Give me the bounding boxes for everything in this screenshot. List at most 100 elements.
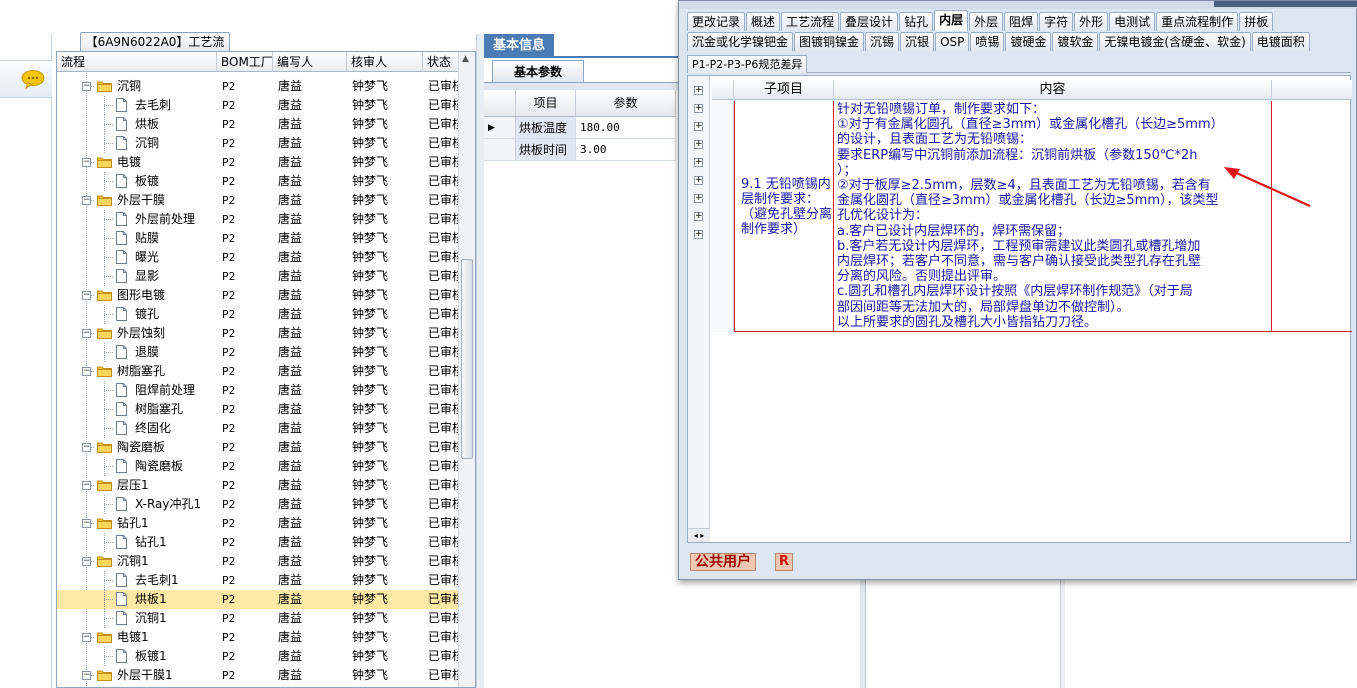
table-row[interactable]: − 钻孔1 P2 唐益 钟梦飞 已审核 bbox=[57, 514, 459, 533]
tab-r1-9[interactable]: 外形 bbox=[1074, 12, 1109, 31]
param-value[interactable]: 3.00 bbox=[576, 139, 676, 161]
process-scrollbar[interactable]: ▲ bbox=[458, 52, 475, 687]
tab-r1-11[interactable]: 重点流程制作 bbox=[1156, 12, 1239, 31]
panel-splitter[interactable] bbox=[476, 34, 484, 688]
table-row[interactable]: 沉铜1 P2 唐益 钟梦飞 已审核 bbox=[57, 609, 459, 628]
table-row[interactable]: 曝光 P2 唐益 钟梦飞 已审核 bbox=[57, 248, 459, 267]
table-row[interactable]: 去毛刺 P2 唐益 钟梦飞 已审核 bbox=[57, 96, 459, 115]
table-row[interactable]: 外层前处理 P2 唐益 钟梦飞 已审核 bbox=[57, 210, 459, 229]
table-row[interactable]: X-Ray冲孔1 P2 唐益 钟梦飞 已审核 bbox=[57, 495, 459, 514]
collapse-icon[interactable]: − bbox=[82, 481, 91, 490]
table-row[interactable]: 去毛刺1 P2 唐益 钟梦飞 已审核 bbox=[57, 571, 459, 590]
collapse-icon[interactable]: − bbox=[82, 443, 91, 452]
role-badge[interactable]: R bbox=[775, 553, 793, 571]
expand-icon[interactable]: + bbox=[694, 86, 703, 95]
table-row[interactable]: 贴膜 P2 唐益 钟梦飞 已审核 bbox=[57, 229, 459, 248]
tab-r1-10[interactable]: 电测试 bbox=[1109, 12, 1156, 31]
tab-r2-2[interactable]: 沉锡 bbox=[865, 32, 900, 51]
expand-icon[interactable]: + bbox=[694, 140, 703, 149]
collapse-icon[interactable]: − bbox=[82, 671, 91, 680]
collapse-icon[interactable]: − bbox=[82, 196, 91, 205]
table-row[interactable]: 烘板 P2 唐益 钟梦飞 已审核 bbox=[57, 115, 459, 134]
tab-r2-9[interactable]: 电镀面积 bbox=[1251, 32, 1310, 51]
tab-r1-6[interactable]: 外层 bbox=[969, 12, 1004, 31]
process-window-tab[interactable]: 【6A9N6022A0】工艺流程 bbox=[80, 32, 230, 68]
table-row[interactable]: − 电镀 P2 唐益 钟梦飞 已审核 bbox=[57, 153, 459, 172]
tab-r1-0[interactable]: 更改记录 bbox=[687, 12, 746, 31]
table-row[interactable]: − 沉铜 P2 唐益 钟梦飞 已审核 bbox=[57, 77, 459, 96]
tab-r1-8[interactable]: 字符 bbox=[1039, 12, 1074, 31]
subtab-spec-diff[interactable]: P1-P2-P3-P6规范差异 bbox=[687, 55, 808, 73]
table-row[interactable]: − 陶瓷磨板 P2 唐益 钟梦飞 已审核 bbox=[57, 438, 459, 457]
column-header-status[interactable]: 状态 bbox=[423, 52, 459, 72]
tab-r2-6[interactable]: 镀硬金 bbox=[1005, 32, 1052, 51]
column-header-subitem[interactable]: 子项目 bbox=[734, 80, 834, 100]
param-value[interactable]: 180.00 bbox=[576, 117, 676, 139]
collapse-icon[interactable]: − bbox=[82, 291, 91, 300]
expand-icon[interactable]: + bbox=[694, 104, 703, 113]
table-row[interactable]: 陶瓷磨板 P2 唐益 钟梦飞 已审核 bbox=[57, 457, 459, 476]
column-header-content[interactable]: 内容 bbox=[834, 80, 1272, 100]
column-header-flow[interactable]: 流程 bbox=[57, 52, 217, 72]
tab-r1-4[interactable]: 钻孔 bbox=[899, 12, 934, 31]
collapse-icon[interactable]: − bbox=[82, 158, 91, 167]
scroll-thumb[interactable] bbox=[461, 259, 473, 459]
tab-r1-12[interactable]: 拼板 bbox=[1239, 12, 1274, 31]
expand-icon[interactable]: + bbox=[694, 194, 703, 203]
table-row[interactable]: 终固化 P2 唐益 钟梦飞 已审核 bbox=[57, 419, 459, 438]
tab-r1-3[interactable]: 叠层设计 bbox=[840, 12, 899, 31]
expand-icon[interactable]: + bbox=[694, 230, 703, 239]
params-col-value[interactable]: 参数 bbox=[576, 90, 676, 117]
expand-icon[interactable]: + bbox=[694, 176, 703, 185]
tab-r2-4[interactable]: OSP bbox=[935, 32, 970, 51]
table-row[interactable]: − 外层蚀刻 P2 唐益 钟梦飞 已审核 bbox=[57, 324, 459, 343]
tab-r2-0[interactable]: 沉金或化学镍钯金 bbox=[687, 32, 794, 51]
table-row[interactable]: − 图形电镀 P2 唐益 钟梦飞 已审核 bbox=[57, 286, 459, 305]
table-row[interactable]: 板镀1 P2 唐益 钟梦飞 已审核 bbox=[57, 647, 459, 666]
content-cell[interactable]: 针对无铅喷锡订单，制作要求如下： ①对于有金属化圆孔（直径≥3mm）或金属化槽孔（… bbox=[834, 101, 1272, 332]
table-row[interactable]: 树脂塞孔 P2 唐益 钟梦飞 已审核 bbox=[57, 400, 459, 419]
basic-info-title[interactable]: 基本信息 bbox=[484, 34, 554, 58]
chat-bubble-icon[interactable] bbox=[20, 69, 46, 89]
collapse-icon[interactable]: − bbox=[82, 367, 91, 376]
table-row[interactable]: 烘板1 P2 唐益 钟梦飞 已审核 bbox=[57, 590, 459, 609]
table-row[interactable]: − 沉铜1 P2 唐益 钟梦飞 已审核 bbox=[57, 552, 459, 571]
expand-icon[interactable]: + bbox=[694, 122, 703, 131]
column-header-bom[interactable]: BOM工厂 bbox=[217, 52, 273, 72]
basic-params-tab[interactable]: 基本参数 bbox=[492, 60, 584, 82]
table-row[interactable]: 显影 P2 唐益 钟梦飞 已审核 bbox=[57, 267, 459, 286]
tab-r1-5[interactable]: 内层 bbox=[934, 10, 969, 31]
table-row[interactable]: 板镀 P2 唐益 钟梦飞 已审核 bbox=[57, 172, 459, 191]
tab-r2-1[interactable]: 图镀铜镍金 bbox=[794, 32, 865, 51]
table-row[interactable]: 镀孔 P2 唐益 钟梦飞 已审核 bbox=[57, 305, 459, 324]
expand-icon[interactable]: + bbox=[694, 212, 703, 221]
expand-icon[interactable]: + bbox=[694, 158, 703, 167]
table-row[interactable]: 沉铜 P2 唐益 钟梦飞 已审核 bbox=[57, 134, 459, 153]
tab-r1-7[interactable]: 阻焊 bbox=[1004, 12, 1039, 31]
column-header-reviewer[interactable]: 核审人 bbox=[347, 52, 423, 72]
tab-r1-2[interactable]: 工艺流程 bbox=[781, 12, 840, 31]
tab-r2-3[interactable]: 沉银 bbox=[900, 32, 935, 51]
column-header-editor[interactable]: 编写人 bbox=[273, 52, 347, 72]
table-row[interactable]: − 电镀1 P2 唐益 钟梦飞 已审核 bbox=[57, 628, 459, 647]
tab-r2-7[interactable]: 镀软金 bbox=[1052, 32, 1099, 51]
collapse-icon[interactable]: − bbox=[82, 82, 91, 91]
collapse-icon[interactable]: − bbox=[82, 519, 91, 528]
tab-r1-1[interactable]: 概述 bbox=[746, 12, 781, 31]
table-row[interactable]: 退膜 P2 唐益 钟梦飞 已审核 bbox=[57, 343, 459, 362]
table-row[interactable]: 阻焊前处理 P2 唐益 钟梦飞 已审核 bbox=[57, 381, 459, 400]
user-label[interactable]: 公共用户 bbox=[690, 553, 756, 571]
params-col-item[interactable]: 项目 bbox=[516, 90, 576, 117]
collapse-icon[interactable]: − bbox=[82, 557, 91, 566]
table-row[interactable]: 9.1 无铅喷锡内层制作要求：（避免孔壁分离制作要求） 针对无铅喷锡订单，制作要… bbox=[712, 101, 1352, 332]
scroll-up-icon[interactable]: ▲ bbox=[462, 54, 469, 64]
collapse-icon[interactable]: − bbox=[82, 633, 91, 642]
tab-r2-8[interactable]: 无镍电镀金(含硬金、软金) bbox=[1099, 32, 1251, 51]
table-row[interactable]: − 树脂塞孔 P2 唐益 钟梦飞 已审核 bbox=[57, 362, 459, 381]
table-row[interactable]: − 外层干膜1 P2 唐益 钟梦飞 已审核 bbox=[57, 666, 459, 685]
subitem-cell[interactable]: 9.1 无铅喷锡内层制作要求：（避免孔壁分离制作要求） bbox=[734, 101, 834, 332]
table-row[interactable]: − 层压1 P2 唐益 钟梦飞 已审核 bbox=[57, 476, 459, 495]
collapse-icon[interactable]: − bbox=[82, 329, 91, 338]
spec-outline-scroll[interactable]: ◂ ▸ bbox=[688, 528, 710, 542]
tab-r2-5[interactable]: 喷锡 bbox=[970, 32, 1005, 51]
